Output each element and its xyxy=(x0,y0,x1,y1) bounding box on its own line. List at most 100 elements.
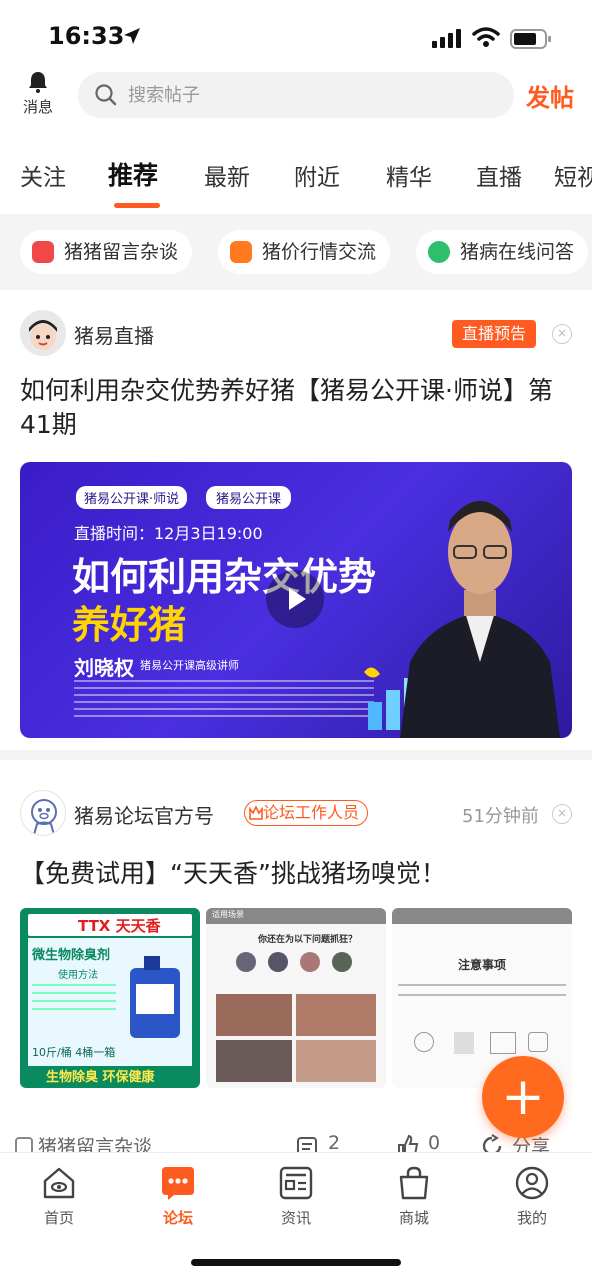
forum-icon xyxy=(162,1167,194,1200)
home-indicator[interactable] xyxy=(191,1259,401,1266)
product-slogan: 生物除臭 环保健康 xyxy=(46,1070,155,1085)
pig-photo xyxy=(216,1040,292,1082)
chip-label: 猪价行情交流 xyxy=(262,241,377,263)
search-input[interactable] xyxy=(128,72,498,118)
chip-label: 猪病在线问答 xyxy=(460,241,575,263)
chat-icon xyxy=(32,241,54,263)
image-notice-title: 注意事项 xyxy=(458,958,507,972)
wifi-icon xyxy=(472,27,500,47)
image-header-text: 适用场景 xyxy=(212,910,244,919)
location-arrow-icon xyxy=(124,28,140,44)
live-banner-image[interactable]: 猪易公开课·师说 猪易公开课 直播时间：12月3日19:00 如何利用杂交优势 … xyxy=(20,462,572,738)
nav-forum[interactable]: 论坛 xyxy=(138,1165,218,1228)
staff-badge-label: 论坛工作人员 xyxy=(263,803,360,822)
search-icon xyxy=(95,84,117,106)
problem-icons xyxy=(236,952,356,972)
usage-lines xyxy=(32,984,116,1022)
section-divider xyxy=(0,750,592,760)
product-name: 微生物除臭剂 xyxy=(32,948,111,963)
nav-label: 我的 xyxy=(516,1209,547,1227)
post-button[interactable]: 发帖 xyxy=(526,78,574,113)
banner-date: 直播时间：12月3日19:00 xyxy=(74,524,263,543)
live-preview-badge: 直播预告 xyxy=(452,320,537,348)
speaker-bio-lines xyxy=(74,680,374,728)
banner-headline: 养好猪 xyxy=(72,603,187,647)
avatar[interactable] xyxy=(20,790,66,836)
post-image-1[interactable]: TTX 天天香 微生物除臭剂 使用方法 10斤/桶 4桶一箱 生物除臭 环保健康 xyxy=(20,908,200,1088)
nav-label: 首页 xyxy=(43,1209,74,1227)
messages-label: 消息 xyxy=(22,98,53,116)
post-time: 51分钟前 xyxy=(462,806,539,827)
category-chip-bar: 猪猪留言杂谈 猪价行情交流 猪病在线问答 xyxy=(0,214,592,290)
profile-icon xyxy=(515,1166,549,1200)
messages-button[interactable]: 消息 xyxy=(16,70,60,120)
like-count[interactable]: 0 xyxy=(428,1132,440,1154)
notice-lines xyxy=(398,984,566,1004)
tab-live[interactable]: 直播 xyxy=(476,158,522,192)
pig-photo xyxy=(296,994,376,1036)
post-title[interactable]: 如何利用杂交优势养好猪【猪易公开课·师说】第 41期 xyxy=(20,374,570,442)
banner-tag: 猪易公开课·师说 xyxy=(76,486,188,509)
post-card-live[interactable]: 猪易直播 直播预告 × 如何利用杂交优势养好猪【猪易公开课·师说】第 41期 猪… xyxy=(0,290,592,750)
play-icon[interactable] xyxy=(266,570,324,628)
signal-icon xyxy=(432,29,461,48)
nav-label: 商城 xyxy=(398,1209,429,1227)
image-question: 你还在为以下问题抓狂？ xyxy=(258,935,358,945)
author-name[interactable]: 猪易直播 xyxy=(74,320,154,349)
avatar[interactable] xyxy=(20,310,66,356)
tab-latest[interactable]: 最新 xyxy=(204,158,250,192)
pig-photo xyxy=(296,1040,376,1082)
dismiss-icon[interactable]: × xyxy=(552,324,572,344)
nav-shop[interactable]: 商城 xyxy=(374,1165,454,1228)
trend-icon xyxy=(230,241,252,263)
cartoon-avatar-icon xyxy=(29,320,57,350)
chip-label: 猪猪留言杂谈 xyxy=(64,241,179,263)
nav-label: 论坛 xyxy=(162,1209,193,1227)
usage-title: 使用方法 xyxy=(58,970,98,981)
comment-count[interactable]: 2 xyxy=(328,1132,340,1154)
tab-featured[interactable]: 精华 xyxy=(386,158,432,192)
post-title[interactable]: 【免费试用】“天天香”挑战猪场嗅觉！ xyxy=(20,854,572,890)
nav-home[interactable]: 首页 xyxy=(19,1165,99,1228)
speaker-name: 刘晓权 xyxy=(74,656,134,680)
pig-mascot-icon xyxy=(31,799,57,835)
status-bar: 16:33 xyxy=(0,0,592,70)
chip-price[interactable]: 猪价行情交流 xyxy=(218,230,391,274)
pack-size: 10斤/桶 4桶一箱 xyxy=(32,1046,116,1059)
post-image-2[interactable]: 适用场景 你还在为以下问题抓狂？ xyxy=(206,908,386,1088)
status-time: 16:33 xyxy=(48,22,125,50)
battery-icon xyxy=(510,29,551,49)
top-bar: 消息 发帖 xyxy=(0,70,592,122)
dismiss-icon[interactable]: × xyxy=(552,804,572,824)
create-post-fab[interactable]: + xyxy=(482,1056,564,1138)
feed-tabs: 关注 推荐 最新 附近 精华 直播 短视 xyxy=(0,150,592,210)
bell-icon xyxy=(29,72,47,93)
chip-disease[interactable]: 猪病在线问答 xyxy=(416,230,589,274)
product-panel: 微生物除臭剂 使用方法 10斤/桶 4桶一箱 xyxy=(28,938,192,1066)
search-bar[interactable] xyxy=(78,72,514,118)
product-jug-icon xyxy=(130,956,180,1038)
medical-icon xyxy=(428,241,450,263)
staff-badge: 论坛工作人员 xyxy=(244,800,369,826)
brand-logo-text: TTX 天天香 xyxy=(78,917,161,935)
image-header-bar: 适用场景 xyxy=(206,908,386,924)
nav-label: 资讯 xyxy=(280,1209,311,1227)
tab-short-video[interactable]: 短视 xyxy=(554,158,592,192)
speaker-role: 猪易公开课高级讲师 xyxy=(140,659,239,672)
news-icon xyxy=(279,1166,313,1200)
author-name[interactable]: 猪易论坛官方号 xyxy=(74,800,214,829)
plus-icon: + xyxy=(501,1067,545,1127)
nav-profile[interactable]: 我的 xyxy=(492,1165,572,1228)
pig-photo xyxy=(216,994,292,1036)
brand-strip: TTX 天天香 xyxy=(28,914,192,936)
tab-nearby[interactable]: 附近 xyxy=(294,158,340,192)
shop-icon xyxy=(399,1166,429,1200)
tab-recommended[interactable]: 推荐 xyxy=(108,156,158,192)
speaker-photo xyxy=(400,501,560,738)
nav-news[interactable]: 资讯 xyxy=(256,1165,336,1228)
image-header-bar xyxy=(392,908,572,924)
chip-chat[interactable]: 猪猪留言杂谈 xyxy=(20,230,193,274)
crown-icon xyxy=(249,805,263,820)
banner-brand: 猪易公开课 xyxy=(206,486,292,509)
tab-following[interactable]: 关注 xyxy=(20,158,66,192)
